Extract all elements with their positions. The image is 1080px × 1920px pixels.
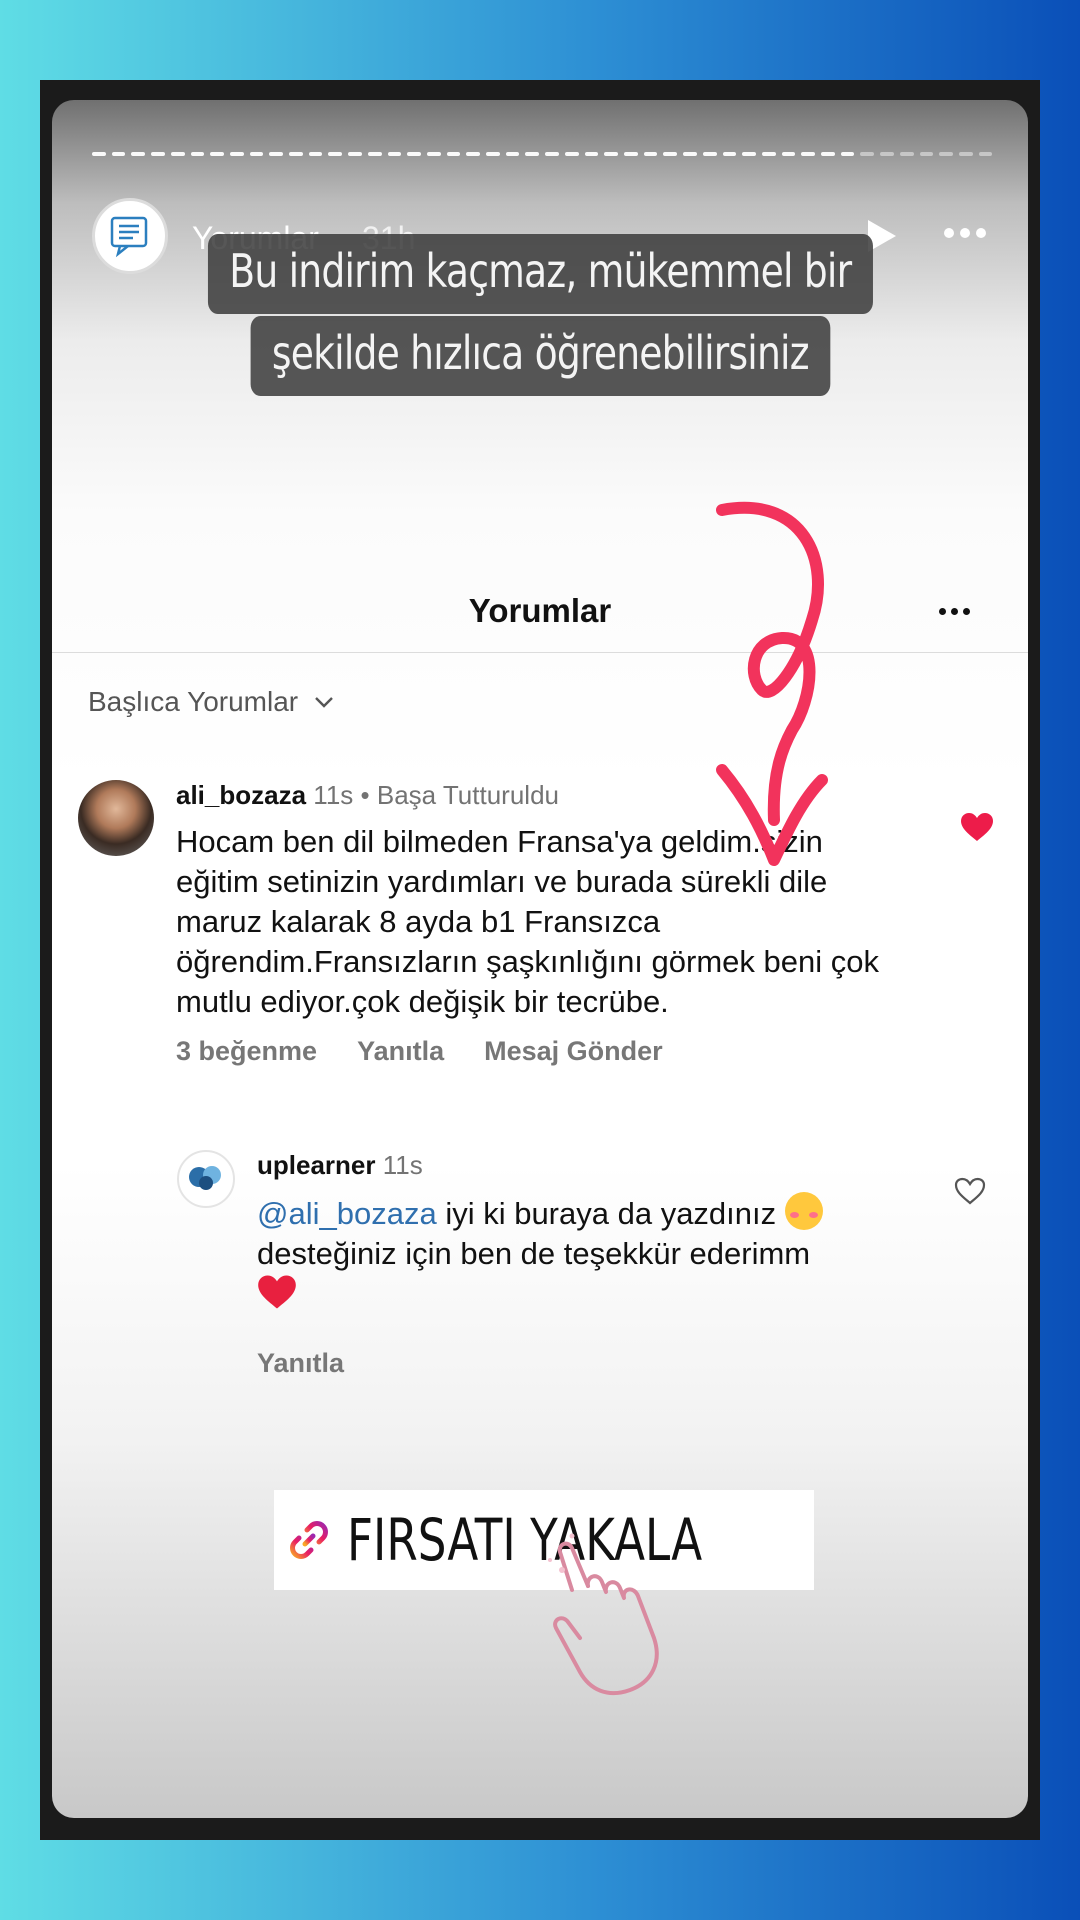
- reply-text-part-1: iyi ki buraya da yazdınız: [436, 1196, 785, 1231]
- reply-text: @ali_bozaza iyi ki buraya da yazdınız de…: [257, 1192, 887, 1316]
- red-heart-icon: [258, 1275, 296, 1309]
- mention-link[interactable]: @ali_bozaza: [257, 1196, 437, 1231]
- story-progress-bar: [92, 152, 993, 156]
- comment-time: 11s: [313, 780, 354, 810]
- avatar[interactable]: [177, 1150, 235, 1208]
- pointing-hand-icon: [548, 1533, 659, 1696]
- send-message-button[interactable]: Mesaj Gönder: [484, 1036, 663, 1067]
- story-frame: Yorumlar 31h Bu indirim kaçmaz, mükemmel…: [40, 80, 1040, 1840]
- sort-dropdown[interactable]: Başlıca Yorumlar: [88, 686, 336, 718]
- story-screen[interactable]: Yorumlar 31h Bu indirim kaçmaz, mükemmel…: [52, 100, 1028, 1818]
- uplearner-logo-icon: [189, 1166, 221, 1190]
- comment-meta: ali_bozaza 11s • Başa Tutturuldu: [176, 780, 559, 811]
- smiling-face-hearts-icon: [784, 1192, 823, 1230]
- reply-username[interactable]: uplearner: [257, 1150, 376, 1180]
- caption-text-2: şekilde hızlıca öğrenebilirsiniz: [250, 316, 830, 396]
- link-icon: [290, 1521, 329, 1559]
- avatar[interactable]: [78, 780, 154, 856]
- reply-button[interactable]: Yanıtla: [257, 1348, 344, 1379]
- reply-text-part-2: desteğiniz için ben de teşekkür ederimm: [257, 1236, 811, 1271]
- comment-actions: 3 beğenme Yanıtla Mesaj Gönder: [176, 1036, 663, 1067]
- comments-more-icon[interactable]: [939, 608, 970, 615]
- heart-filled-icon[interactable]: [960, 812, 994, 842]
- pinned-label: Başa Tutturuldu: [376, 780, 559, 810]
- caption-line-2: şekilde hızlıca öğrenebilirsiniz: [52, 316, 1028, 396]
- reply-button[interactable]: Yanıtla: [357, 1036, 444, 1067]
- sort-label: Başlıca Yorumlar: [88, 686, 299, 717]
- caption-line-1: Bu indirim kaçmaz, mükemmel bir: [52, 234, 1028, 314]
- heart-outline-icon[interactable]: [953, 1176, 987, 1206]
- chevron-down-icon: [315, 697, 333, 708]
- caption-text-1: Bu indirim kaçmaz, mükemmel bir: [207, 234, 873, 314]
- reply-meta: uplearner 11s: [257, 1150, 423, 1181]
- reply-time: 11s: [382, 1150, 423, 1180]
- arrow-doodle-icon: [716, 502, 828, 866]
- comment-username[interactable]: ali_bozaza: [176, 780, 306, 810]
- dot-separator: •: [360, 780, 370, 810]
- likes-count[interactable]: 3 beğenme: [176, 1036, 317, 1067]
